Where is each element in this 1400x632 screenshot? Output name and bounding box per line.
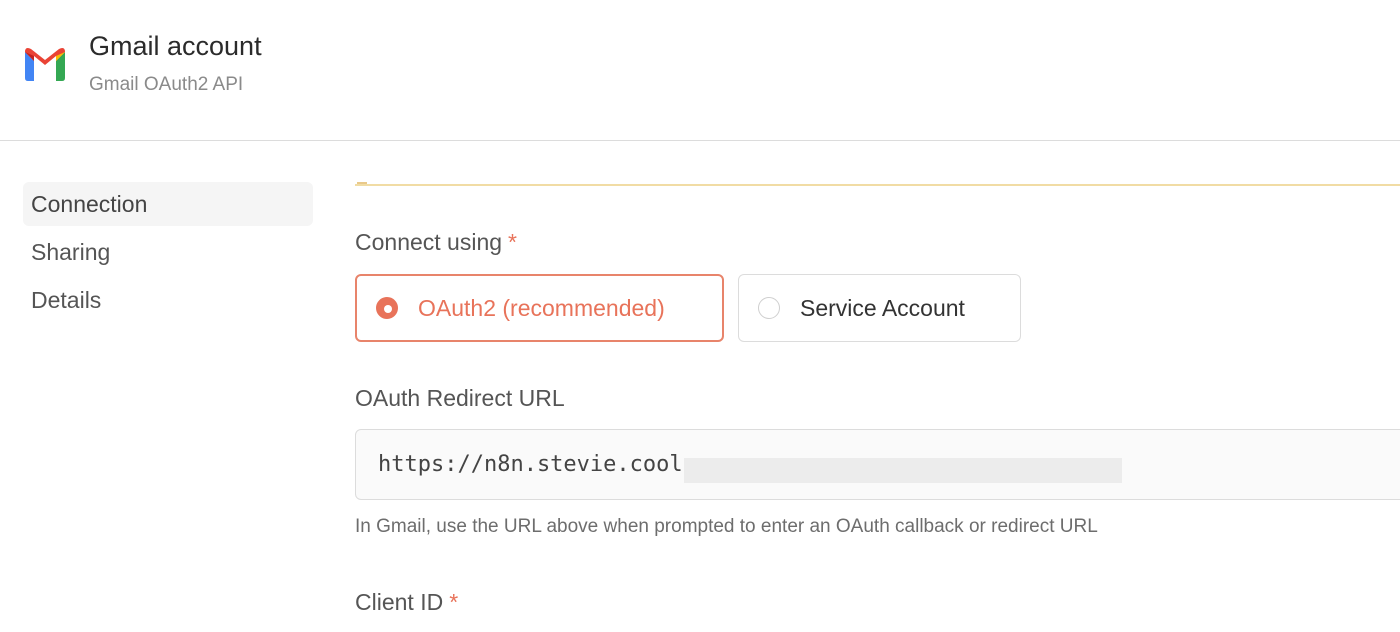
connect-using-label: Connect using * (355, 229, 517, 256)
required-mark: * (508, 229, 517, 255)
credential-header: Gmail account Gmail OAuth2 API (0, 0, 1400, 141)
redirect-url-hint: In Gmail, use the URL above when prompte… (355, 516, 1098, 537)
credential-form: Connect using * OAuth2 (recommended) Serv… (355, 141, 1400, 632)
page-subtitle: Gmail OAuth2 API (89, 74, 244, 95)
service-account-option-label: Service Account (800, 294, 965, 321)
redirect-url-value: https://n8n.stevie.cool (378, 452, 683, 477)
gmail-logo-icon (25, 48, 65, 81)
sidebar-item-sharing[interactable]: Sharing (23, 230, 313, 274)
redirect-url-field[interactable]: https://n8n.stevie.cool (355, 429, 1400, 500)
oauth2-option-label: OAuth2 (recommended) (418, 294, 665, 321)
sidebar-item-details[interactable]: Details (23, 278, 313, 322)
oauth2-option[interactable]: OAuth2 (recommended) (355, 274, 724, 342)
sidebar-item-connection[interactable]: Connection (23, 182, 313, 226)
client-id-label: Client ID * (355, 589, 458, 616)
notice-divider (355, 184, 1400, 186)
service-account-option[interactable]: Service Account (738, 274, 1021, 342)
notice-marker (357, 182, 367, 184)
redirect-url-label: OAuth Redirect URL (355, 385, 565, 411)
redacted-url-portion (684, 458, 1122, 483)
radio-selected-icon (376, 297, 398, 319)
sidebar: Connection Sharing Details (23, 182, 313, 326)
connect-using-text: Connect using (355, 229, 503, 255)
page-title: Gmail account (89, 31, 262, 61)
radio-unselected-icon (758, 297, 780, 319)
required-mark: * (449, 589, 459, 615)
client-id-text: Client ID (355, 589, 444, 615)
